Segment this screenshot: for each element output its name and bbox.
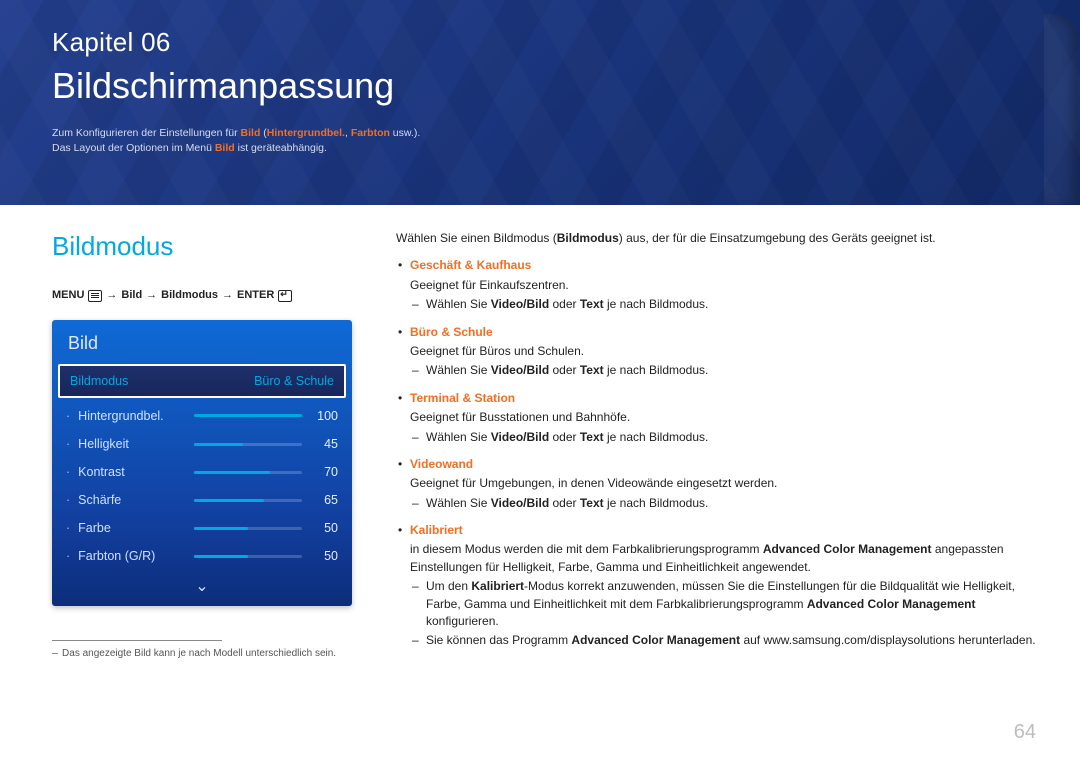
mode-desc: Geeignet für Busstationen und Bahnhöfe. <box>410 409 1040 426</box>
osd-slider-row[interactable]: · Kontrast 70 <box>52 458 352 486</box>
osd-slider-fill <box>194 499 264 502</box>
osd-selected-value: Büro & Schule <box>254 372 334 390</box>
intro-text: Zum Konfigurieren der Einstellungen für <box>52 127 241 139</box>
osd-slider-track[interactable] <box>194 555 302 558</box>
osd-row-label: Farbe <box>78 519 186 537</box>
divider <box>52 640 222 641</box>
modes-list: Geschäft & Kaufhaus Geeignet für Einkaufs… <box>396 257 1040 649</box>
osd-slider-track[interactable] <box>194 499 302 502</box>
footnote: ―Das angezeigte Bild kann je nach Modell… <box>52 647 352 662</box>
mode-sub-item: Wählen Sie Video/Bild oder Text je nach … <box>410 362 1040 379</box>
osd-selected-row[interactable]: Bildmodus Büro & Schule <box>58 364 346 398</box>
osd-row-value: 65 <box>310 491 338 509</box>
right-column: Wählen Sie einen Bildmodus (Bildmodus) a… <box>396 228 1040 733</box>
osd-row-value: 70 <box>310 463 338 481</box>
section-title: Bildmodus <box>52 228 352 266</box>
arrow-icon: → <box>146 288 157 304</box>
osd-row-label: Farbton (G/R) <box>78 547 186 565</box>
mode-name: Büro & Schule <box>410 324 1040 341</box>
mode-sub-item: Wählen Sie Video/Bild oder Text je nach … <box>410 429 1040 446</box>
page-number: 64 <box>1014 718 1036 747</box>
osd-row-label: Schärfe <box>78 491 186 509</box>
breadcrumb-menu: MENU <box>52 288 84 304</box>
bullet-icon: · <box>66 407 70 425</box>
intro-highlight: Farbton <box>351 127 390 139</box>
mode-desc: Geeignet für Einkaufszentren. <box>410 277 1040 294</box>
osd-slider-row[interactable]: · Hintergrundbel. 100 <box>52 402 352 430</box>
mode-name: Videowand <box>410 456 1040 473</box>
mode-sublist: Wählen Sie Video/Bild oder Text je nach … <box>410 296 1040 313</box>
osd-slider-row[interactable]: · Schärfe 65 <box>52 486 352 514</box>
mode-item: Geschäft & Kaufhaus Geeignet für Einkaufs… <box>396 257 1040 313</box>
mode-sub-item: Um den Kalibriert-Modus korrekt anzuwend… <box>410 578 1040 630</box>
mode-sub-item: Wählen Sie Video/Bild oder Text je nach … <box>410 495 1040 512</box>
intro-highlight: Hintergrundbel. <box>267 127 345 139</box>
osd-slider-fill <box>194 527 248 530</box>
bullet-icon: · <box>66 547 70 565</box>
chapter-label: Kapitel 06 <box>52 24 1040 62</box>
bullet-icon: · <box>66 491 70 509</box>
osd-row-value: 50 <box>310 519 338 537</box>
osd-slider-row[interactable]: · Farbe 50 <box>52 514 352 542</box>
chapter-banner: Kapitel 06 Bildschirmanpassung Zum Konfi… <box>0 0 1080 205</box>
osd-row-value: 45 <box>310 435 338 453</box>
osd-title: Bild <box>52 320 352 364</box>
mode-desc: Geeignet für Umgebungen, in denen Videow… <box>410 475 1040 492</box>
mode-sublist: Um den Kalibriert-Modus korrekt anzuwend… <box>410 578 1040 650</box>
osd-row-value: 50 <box>310 547 338 565</box>
breadcrumb-enter: ENTER <box>237 288 274 304</box>
osd-row-label: Kontrast <box>78 463 186 481</box>
osd-row-label: Hintergrundbel. <box>78 407 186 425</box>
enter-icon <box>278 290 292 302</box>
mode-sublist: Wählen Sie Video/Bild oder Text je nach … <box>410 362 1040 379</box>
chevron-down-icon[interactable]: ⌄ <box>52 571 352 606</box>
osd-selected-key: Bildmodus <box>70 372 128 390</box>
intro-highlight: Bild <box>241 127 261 139</box>
bullet-icon: · <box>66 435 70 453</box>
osd-slider-track[interactable] <box>194 443 302 446</box>
osd-slider-fill <box>194 443 243 446</box>
lead-paragraph: Wählen Sie einen Bildmodus (Bildmodus) a… <box>396 230 1040 247</box>
mode-sub-item: Wählen Sie Video/Bild oder Text je nach … <box>410 296 1040 313</box>
chapter-intro: Zum Konfigurieren der Einstellungen für … <box>52 126 612 156</box>
bullet-icon: · <box>66 519 70 537</box>
mode-name: Kalibriert <box>410 522 1040 539</box>
mode-sub-item: Sie können das Programm Advanced Color M… <box>410 632 1040 649</box>
arrow-icon: → <box>222 288 233 304</box>
mode-name: Terminal & Station <box>410 390 1040 407</box>
mode-item: Kalibriert in diesem Modus werden die mit… <box>396 522 1040 650</box>
arrow-icon: → <box>106 288 117 304</box>
intro-highlight: Bild <box>215 142 235 154</box>
breadcrumb-step: Bildmodus <box>161 288 218 304</box>
left-column: Bildmodus MENU → Bild → Bildmodus → ENTE… <box>52 228 352 733</box>
mode-item: Terminal & Station Geeignet für Busstatio… <box>396 390 1040 446</box>
breadcrumb-step: Bild <box>121 288 142 304</box>
osd-slider-track[interactable] <box>194 471 302 474</box>
menu-icon <box>88 290 102 302</box>
osd-slider-fill <box>194 471 269 474</box>
osd-slider-track[interactable] <box>194 527 302 530</box>
mode-item: Videowand Geeignet für Umgebungen, in den… <box>396 456 1040 512</box>
mode-desc: in diesem Modus werden die mit dem Farbk… <box>410 541 1040 576</box>
osd-slider-row[interactable]: · Farbton (G/R) 50 <box>52 542 352 570</box>
osd-slider-fill <box>194 555 248 558</box>
chapter-title: Bildschirmanpassung <box>52 60 1040 112</box>
mode-item: Büro & Schule Geeignet für Büros und Schu… <box>396 324 1040 380</box>
mode-name: Geschäft & Kaufhaus <box>410 257 1040 274</box>
mode-sublist: Wählen Sie Video/Bild oder Text je nach … <box>410 429 1040 446</box>
menu-breadcrumb: MENU → Bild → Bildmodus → ENTER <box>52 288 352 304</box>
osd-row-value: 100 <box>310 407 338 425</box>
osd-slider-row[interactable]: · Helligkeit 45 <box>52 430 352 458</box>
bullet-icon: · <box>66 463 70 481</box>
mode-sublist: Wählen Sie Video/Bild oder Text je nach … <box>410 495 1040 512</box>
mode-desc: Geeignet für Büros und Schulen. <box>410 343 1040 360</box>
osd-slider-fill <box>194 414 302 417</box>
osd-slider-track[interactable] <box>194 414 302 417</box>
osd-row-label: Helligkeit <box>78 435 186 453</box>
osd-menu: Bild Bildmodus Büro & Schule · Hintergrun… <box>52 320 352 606</box>
